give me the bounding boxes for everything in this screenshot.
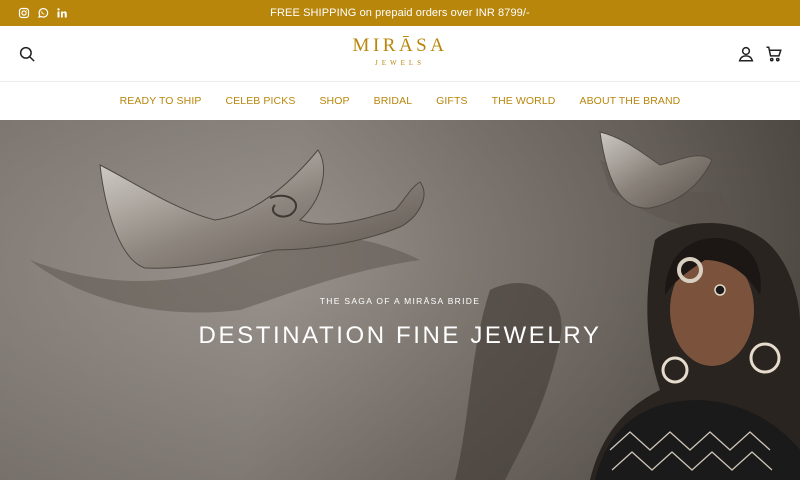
account-icon[interactable] — [737, 45, 755, 63]
cart-icon[interactable] — [765, 45, 783, 63]
brand-logo[interactable]: MIRĀSA JEWELS — [340, 35, 460, 75]
brand-name: MIRĀSA — [352, 35, 448, 56]
linkedin-icon[interactable] — [55, 6, 68, 19]
brand-subtitle: JEWELS — [374, 59, 426, 67]
hero-banner[interactable]: THE SAGA OF A MIRĀSA BRIDE DESTINATION F… — [0, 120, 800, 480]
nav-item-gifts[interactable]: GIFTS — [436, 95, 467, 107]
nav-item-the-world[interactable]: THE WORLD — [492, 95, 556, 107]
nav-item-shop[interactable]: SHOP — [319, 95, 349, 107]
social-links — [17, 6, 68, 19]
main-nav: READY TO SHIP CELEB PICKS SHOP BRIDAL GI… — [0, 82, 800, 120]
whatsapp-icon[interactable] — [36, 6, 49, 19]
nav-item-about-the-brand[interactable]: ABOUT THE BRAND — [579, 95, 680, 107]
search-icon[interactable] — [18, 45, 36, 63]
hero-kicker: THE SAGA OF A MIRĀSA BRIDE — [319, 296, 481, 306]
announcement-text: FREE SHIPPING on prepaid orders over INR… — [270, 7, 530, 19]
announcement-bar: FREE SHIPPING on prepaid orders over INR… — [0, 0, 800, 26]
nav-item-ready-to-ship[interactable]: READY TO SHIP — [120, 95, 202, 107]
site-header: MIRĀSA JEWELS — [0, 26, 800, 82]
instagram-icon[interactable] — [17, 6, 30, 19]
nav-item-celeb-picks[interactable]: CELEB PICKS — [225, 95, 295, 107]
hero-headline: DESTINATION FINE JEWELRY — [198, 322, 602, 349]
nav-item-bridal[interactable]: BRIDAL — [374, 95, 413, 107]
